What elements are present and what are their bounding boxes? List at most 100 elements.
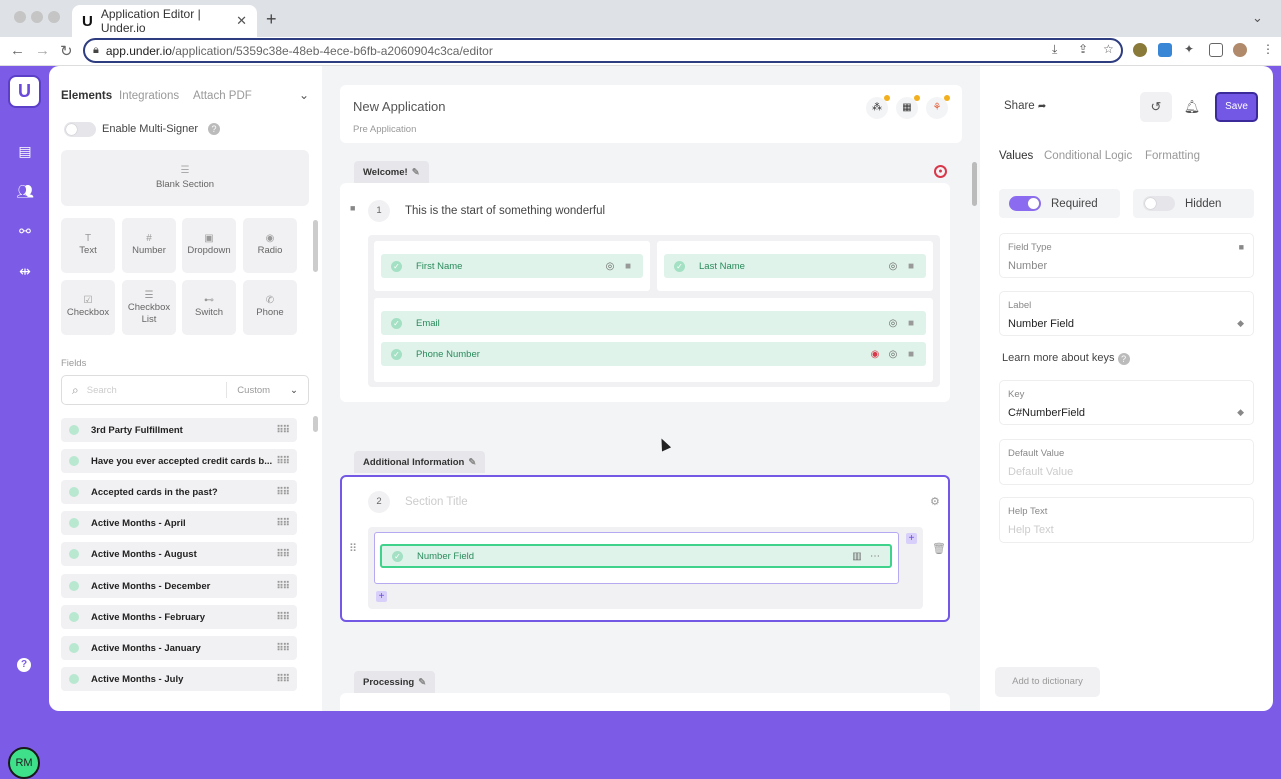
list-item[interactable]: Have you ever accepted credit cards b...…: [61, 449, 297, 473]
install-app-icon[interactable]: ⤓: [1052, 42, 1057, 57]
pencil-icon[interactable]: ✎: [418, 677, 426, 688]
element-radio[interactable]: ◉ Radio: [243, 218, 297, 273]
more-dots-icon[interactable]: ⋯: [870, 551, 880, 562]
key-field-value[interactable]: C#NumberField: [1008, 407, 1245, 419]
section-title-input[interactable]: Section Title: [405, 496, 468, 508]
extension-globe-icon[interactable]: [1133, 43, 1147, 57]
list-item[interactable]: Active Months - January ⠿⠿: [61, 636, 297, 660]
fingerprint-icon[interactable]: ◎: [605, 261, 615, 272]
trash-icon[interactable]: 🗑︎: [932, 542, 946, 555]
bookmark-star-icon[interactable]: ☆: [1103, 42, 1114, 56]
list-item[interactable]: Active Months - February ⠿⠿: [61, 605, 297, 629]
element-checkbox-list[interactable]: ☰ Checkbox List: [122, 280, 176, 335]
list-item[interactable]: Active Months - August ⠿⠿: [61, 542, 297, 566]
browser-tab[interactable]: U Application Editor | Under.io ✕: [72, 5, 257, 37]
chevron-down-icon[interactable]: ⌄: [299, 88, 309, 102]
first-name-field[interactable]: ✓ First Name ◎ ■: [381, 254, 643, 278]
section-tab-processing[interactable]: Processing ✎: [354, 671, 436, 693]
list-item[interactable]: Active Months - July ⠿⠿: [61, 667, 297, 691]
element-number[interactable]: # Number: [122, 218, 176, 273]
window-maximize-button[interactable]: [48, 11, 60, 23]
drag-handle-icon[interactable]: ⠿⠿: [276, 456, 290, 467]
alert-icon[interactable]: ◉: [870, 349, 880, 360]
list-item[interactable]: Accepted cards in the past? ⠿⠿: [61, 480, 297, 504]
chevron-down-icon[interactable]: ⌄: [290, 385, 298, 396]
new-tab-plus-icon[interactable]: +: [266, 9, 277, 30]
tab-conditional-logic[interactable]: Conditional Logic: [1044, 150, 1132, 162]
section-tab-additional-information[interactable]: Additional Information ✎: [354, 451, 486, 473]
under-logo[interactable]: U: [8, 75, 41, 108]
label-field-value[interactable]: Number Field: [1008, 318, 1245, 330]
help-text-field[interactable]: Help Text Help Text: [999, 497, 1254, 543]
learn-keys-link[interactable]: Learn more about keys ?: [1002, 352, 1130, 365]
blank-section-button[interactable]: ☰ Blank Section: [61, 150, 309, 206]
drag-handle-icon[interactable]: ⠿⠿: [276, 674, 290, 685]
key-field[interactable]: Key C#NumberField ◆: [999, 380, 1254, 425]
back-arrow-icon[interactable]: ←: [10, 42, 25, 59]
email-field[interactable]: ✓ Email ◎ ■: [381, 311, 926, 335]
number-field[interactable]: ✓ Number Field ▥ ⋯: [380, 544, 892, 568]
fingerprint-icon[interactable]: ◎: [888, 261, 898, 272]
page-title[interactable]: New Application: [353, 99, 446, 114]
tab-close-icon[interactable]: ✕: [236, 13, 247, 29]
window-minimize-button[interactable]: [31, 11, 43, 23]
eraser-icon[interactable]: ◆: [1237, 407, 1244, 418]
add-to-dictionary-button[interactable]: Add to dictionary: [995, 667, 1100, 697]
window-close-button[interactable]: [14, 11, 26, 23]
element-switch[interactable]: ⊷ Switch: [182, 280, 236, 335]
pencil-icon[interactable]: ✎: [412, 167, 420, 178]
required-toggle[interactable]: [1009, 196, 1041, 211]
share-button[interactable]: Share ➦: [1004, 100, 1046, 112]
lock-icon[interactable]: ■: [906, 349, 916, 360]
drag-handle-icon[interactable]: ⠿⠿: [276, 487, 290, 498]
save-button[interactable]: Save: [1215, 92, 1258, 122]
fields-search-input[interactable]: ⌕ Search Custom ⌄: [61, 375, 309, 405]
eraser-icon[interactable]: ◆: [1237, 318, 1244, 329]
fingerprint-icon[interactable]: ◎: [888, 349, 898, 360]
element-phone[interactable]: ✆ Phone: [243, 280, 297, 335]
share-page-icon[interactable]: ⇪: [1078, 42, 1088, 56]
help-circle-icon[interactable]: ?: [1117, 353, 1130, 365]
fingerprint-icon[interactable]: ◎: [888, 318, 898, 329]
tab-values[interactable]: Values: [999, 150, 1033, 162]
share-nodes-icon[interactable]: ⚯: [16, 223, 34, 239]
help-text-input[interactable]: Help Text: [1008, 524, 1245, 536]
drag-handle-icon[interactable]: ⠿⠿: [276, 612, 290, 623]
drag-handle-icon[interactable]: ⠿⠿: [276, 581, 290, 592]
elements-scrollbar[interactable]: [313, 220, 318, 272]
default-value-input[interactable]: Default Value: [1008, 466, 1245, 478]
phone-number-field[interactable]: ✓ Phone Number ◉ ◎ ■: [381, 342, 926, 366]
add-column-plus-icon[interactable]: +: [906, 533, 917, 544]
list-item[interactable]: Active Months - December ⠿⠿: [61, 574, 297, 598]
lock-icon[interactable]: ■: [623, 261, 633, 272]
section-title[interactable]: This is the start of something wonderful: [405, 205, 605, 217]
tab-elements[interactable]: Elements: [61, 90, 112, 102]
reload-icon[interactable]: ↻: [60, 42, 73, 60]
trash-icon[interactable]: ▥: [852, 551, 862, 562]
tab-search-chevron-icon[interactable]: ⌄: [1252, 10, 1263, 26]
profile-avatar-icon[interactable]: [1233, 43, 1247, 57]
drag-handle-icon[interactable]: ⠿⠿: [276, 425, 290, 436]
section-tab-welcome[interactable]: Welcome! ✎: [354, 161, 429, 183]
move-arrows-icon[interactable]: ⇹: [16, 263, 34, 279]
label-field[interactable]: Label Number Field ◆: [999, 291, 1254, 336]
section-lock-icon[interactable]: ■: [350, 203, 355, 213]
default-value-field[interactable]: Default Value Default Value: [999, 439, 1254, 485]
tab-attach-pdf[interactable]: Attach PDF: [193, 90, 252, 102]
browser-menu-icon[interactable]: ⋮: [1262, 42, 1274, 56]
avatar[interactable]: RM: [8, 747, 40, 779]
element-checkbox[interactable]: ☑ Checkbox: [61, 280, 115, 335]
extension-f-icon[interactable]: [1158, 43, 1172, 57]
canvas-scrollbar[interactable]: [972, 162, 977, 206]
list-item[interactable]: Active Months - April ⠿⠿: [61, 511, 297, 535]
document-icon[interactable]: ▤: [16, 143, 34, 159]
drag-handle-icon[interactable]: ⠿: [349, 542, 357, 555]
lock-icon[interactable]: ■: [906, 261, 916, 272]
fields-filter-select[interactable]: Custom: [237, 385, 270, 396]
multi-signer-toggle[interactable]: [64, 122, 96, 137]
hidden-toggle[interactable]: [1143, 196, 1175, 211]
notifications-button[interactable]: 🔔︎: [1176, 92, 1208, 122]
tab-formatting[interactable]: Formatting: [1145, 150, 1200, 162]
required-toggle-box[interactable]: Required: [999, 189, 1120, 218]
last-name-field[interactable]: ✓ Last Name ◎ ■: [664, 254, 926, 278]
